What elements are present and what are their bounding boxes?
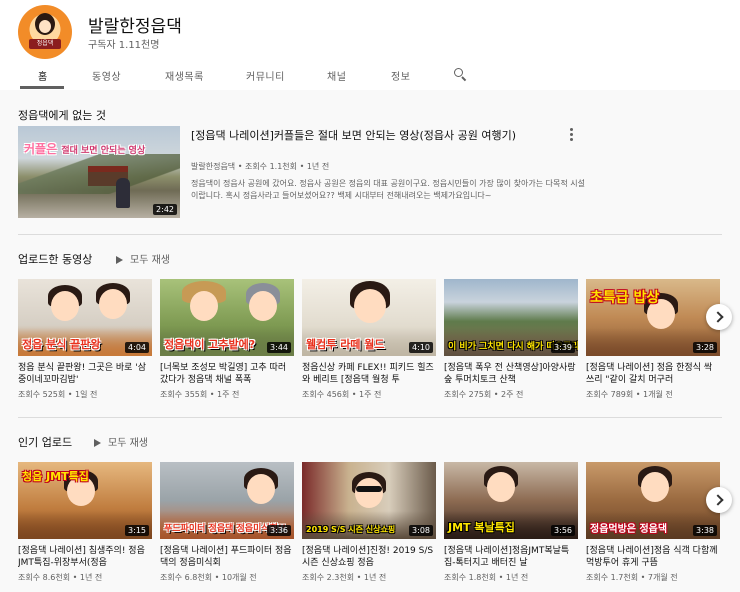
video-card[interactable]: 푸드파이터 정읍댁 정읍미식회!! 3:36 [정읍댁 나레이션] 푸드파이터 … — [160, 462, 294, 583]
video-meta: 조회수 6.8천회 • 10개월 전 — [160, 573, 257, 582]
video-thumbnail[interactable]: 정읍댁이 고추밭에? 3:44 — [160, 279, 294, 356]
video-duration: 3:44 — [267, 342, 291, 353]
search-icon[interactable] — [453, 67, 467, 82]
chevron-right-icon[interactable] — [706, 487, 732, 513]
thumbnail-text: JMT 복날특집 — [448, 521, 515, 534]
video-card[interactable]: 웰컴투 라떼 월드 4:10 정읍신상 카페 FLEX!! 피키드 힐즈와 베리… — [302, 279, 436, 400]
video-title[interactable]: [정읍댁 나레이션] 푸드파이터 정읍댁의 정읍미식회 — [160, 545, 294, 569]
more-options-icon[interactable] — [570, 128, 574, 142]
featured-thumb-caption-small: 절대 보면 안되는 영상 — [61, 146, 146, 156]
video-duration: 3:28 — [693, 342, 717, 353]
tab-channels[interactable]: 채널 — [327, 68, 346, 83]
video-meta: 조회수 2.3천회 • 1년 전 — [302, 573, 387, 582]
video-meta: 조회수 1.7천회 • 7개월 전 — [586, 573, 678, 582]
tab-community[interactable]: 커뮤니티 — [246, 68, 285, 83]
video-thumbnail[interactable]: 이 비가 그치면 다시 해가 떠오르리라 3:39 — [444, 279, 578, 356]
video-duration: 4:04 — [125, 342, 149, 353]
video-meta: 조회수 1.8천회 • 1년 전 — [444, 573, 529, 582]
featured-video-title[interactable]: [정읍댁 나레이션]커플들은 절대 보면 안되는 영상(정읍사 공원 여행기) — [191, 128, 551, 143]
tab-videos[interactable]: 동영상 — [92, 68, 121, 83]
video-card[interactable]: 정읍댁이 고추밭에? 3:44 [너목보 조성모 박길영] 고추 따러 갔다가 … — [160, 279, 294, 400]
video-thumbnail[interactable]: 푸드파이터 정읍댁 정읍미식회!! 3:36 — [160, 462, 294, 539]
video-title[interactable]: [너목보 조성모 박길영] 고추 따러 갔다가 정읍댁 채널 폭폭 — [160, 362, 294, 386]
video-title[interactable]: 정읍신상 카페 FLEX!! 피키드 힐즈와 베리트 [정읍댁 월청 투 — [302, 362, 436, 386]
tab-about[interactable]: 정보 — [391, 68, 410, 83]
video-title[interactable]: [정읍댁 나레이션]진정! 2019 S/S시즌 신상쇼핑 정읍 — [302, 545, 436, 569]
thumbnail-text: 정읍먹방은 정읍댁 — [590, 524, 668, 535]
video-meta: 조회수 456회 • 1주 전 — [302, 390, 382, 399]
video-thumbnail[interactable]: 초특급 밥상 3:28 — [586, 279, 720, 356]
video-duration: 2:42 — [153, 204, 177, 215]
subscriber-count: 구독자 1.11천명 — [88, 40, 160, 51]
video-meta: 조회수 355회 • 1주 전 — [160, 390, 240, 399]
play-icon — [116, 256, 123, 264]
featured-video-thumbnail[interactable]: 커플은 절대 보면 안되는 영상 2:42 — [18, 126, 180, 218]
video-thumbnail[interactable]: JMT 복날특집 3:56 — [444, 462, 578, 539]
video-duration: 3:36 — [267, 525, 291, 536]
section-divider — [18, 417, 722, 418]
play-icon — [94, 439, 101, 447]
video-duration: 3:39 — [551, 342, 575, 353]
section-divider — [18, 234, 722, 235]
video-duration: 3:56 — [551, 525, 575, 536]
video-title[interactable]: [정읍댁 나레이션] 침생주의! 정읍JMT특집-위장부서(정읍 — [18, 545, 152, 569]
popular-row: 청읍 JMT특집 3:15 [정읍댁 나레이션] 침생주의! 정읍JMT특집-위… — [18, 462, 722, 590]
video-title[interactable]: [정읍댁 폭우 전 산책영상]아양사랑숲 투머치토크 산책 — [444, 362, 578, 386]
chevron-right-icon[interactable] — [706, 304, 732, 330]
video-duration: 4:10 — [409, 342, 433, 353]
video-meta: 조회수 8.6천회 • 1년 전 — [18, 573, 103, 582]
video-title[interactable]: 정읍 분식 끝판왕! 그곳은 바로 '삼중이네꼬마김밥' — [18, 362, 152, 386]
video-duration: 3:15 — [125, 525, 149, 536]
play-all-label: 모두 재생 — [108, 438, 148, 449]
channel-header: 정읍댁 발랄한정읍댁 구독자 1.11천명 홈 동영상 재생목록 커뮤니티 채널… — [0, 0, 740, 90]
video-card[interactable]: 정읍 분식 끝판왕 4:04 정읍 분식 끝판왕! 그곳은 바로 '삼중이네꼬마… — [18, 279, 152, 400]
video-meta: 조회수 525회 • 1일 전 — [18, 390, 98, 399]
popular-play-all-button[interactable]: 모두 재생 — [94, 434, 148, 449]
channel-tabs: 홈 동영상 재생목록 커뮤니티 채널 정보 — [0, 64, 740, 90]
video-card[interactable]: 2019 S/S 시즌 신상쇼핑 3:08 [정읍댁 나레이션]진정! 2019… — [302, 462, 436, 583]
channel-name: 발랄한정읍댁 — [88, 17, 182, 37]
video-duration: 3:38 — [693, 525, 717, 536]
video-thumbnail[interactable]: 청읍 JMT특집 3:15 — [18, 462, 152, 539]
active-tab-indicator — [20, 86, 64, 89]
video-card[interactable]: 이 비가 그치면 다시 해가 떠오르리라 3:39 [정읍댁 폭우 전 산책영상… — [444, 279, 578, 400]
video-title[interactable]: [정읍댁 나레이션]정읍 식객 다함께 먹방투어 휴게 구뜸 — [586, 545, 720, 569]
video-title[interactable]: [정읍댁 나레이션] 정읍 한정식 싹쓰리 "같이 갈치 머구러 — [586, 362, 720, 386]
video-thumbnail[interactable]: 2019 S/S 시즌 신상쇼핑 3:08 — [302, 462, 436, 539]
featured-section-title: 정읍댁에게 없는 것 — [18, 109, 106, 122]
thumbnail-text: 2019 S/S 시즌 신상쇼핑 — [306, 525, 396, 534]
featured-video-meta: 발랄한정읍댁 • 조회수 1.1천회 • 1년 전 — [191, 162, 330, 171]
avatar-label: 정읍댁 — [29, 39, 61, 49]
uploads-section-title: 업로드한 동영상 — [18, 253, 93, 266]
video-meta: 조회수 275회 • 2주 전 — [444, 390, 524, 399]
thumbnail-text: 청읍 JMT특집 — [22, 470, 89, 483]
video-duration: 3:08 — [409, 525, 433, 536]
thumbnail-text: 웰컴투 라떼 월드 — [306, 338, 385, 351]
featured-thumb-caption: 커플은 — [24, 142, 58, 156]
video-thumbnail[interactable]: 정읍 분식 끝판왕 4:04 — [18, 279, 152, 356]
channel-avatar[interactable]: 정읍댁 — [18, 5, 72, 59]
thumbnail-text: 초특급 밥상 — [590, 290, 660, 306]
thumbnail-text: 정읍 분식 끝판왕 — [22, 338, 101, 351]
uploads-row: 정읍 분식 끝판왕 4:04 정읍 분식 끝판왕! 그곳은 바로 '삼중이네꼬마… — [18, 279, 722, 409]
tab-playlists[interactable]: 재생목록 — [165, 68, 204, 83]
video-card[interactable]: 초특급 밥상 3:28 [정읍댁 나레이션] 정읍 한정식 싹쓰리 "같이 갈치… — [586, 279, 720, 400]
video-card[interactable]: 정읍먹방은 정읍댁 3:38 [정읍댁 나레이션]정읍 식객 다함께 먹방투어 … — [586, 462, 720, 583]
video-thumbnail[interactable]: 웰컴투 라떼 월드 4:10 — [302, 279, 436, 356]
video-meta: 조회수 789회 • 1개월 전 — [586, 390, 673, 399]
featured-video-description: 정읍댁이 정읍사 공원에 갔어요. 정읍사 공원은 정읍의 대표 공원이구요. … — [191, 179, 585, 200]
thumbnail-text: 정읍댁이 고추밭에? — [164, 338, 256, 351]
play-all-label: 모두 재생 — [130, 255, 170, 266]
video-thumbnail[interactable]: 정읍먹방은 정읍댁 3:38 — [586, 462, 720, 539]
video-card[interactable]: JMT 복날특집 3:56 [정읍댁 나레이션]정읍JMT복날특집-톡터지고 배… — [444, 462, 578, 583]
video-title[interactable]: [정읍댁 나레이션]정읍JMT복날특집-톡터지고 배터진 날 — [444, 545, 578, 569]
video-card[interactable]: 청읍 JMT특집 3:15 [정읍댁 나레이션] 침생주의! 정읍JMT특집-위… — [18, 462, 152, 583]
popular-section-title: 인기 업로드 — [18, 436, 73, 449]
uploads-play-all-button[interactable]: 모두 재생 — [116, 251, 170, 266]
tab-home[interactable]: 홈 — [38, 68, 48, 83]
